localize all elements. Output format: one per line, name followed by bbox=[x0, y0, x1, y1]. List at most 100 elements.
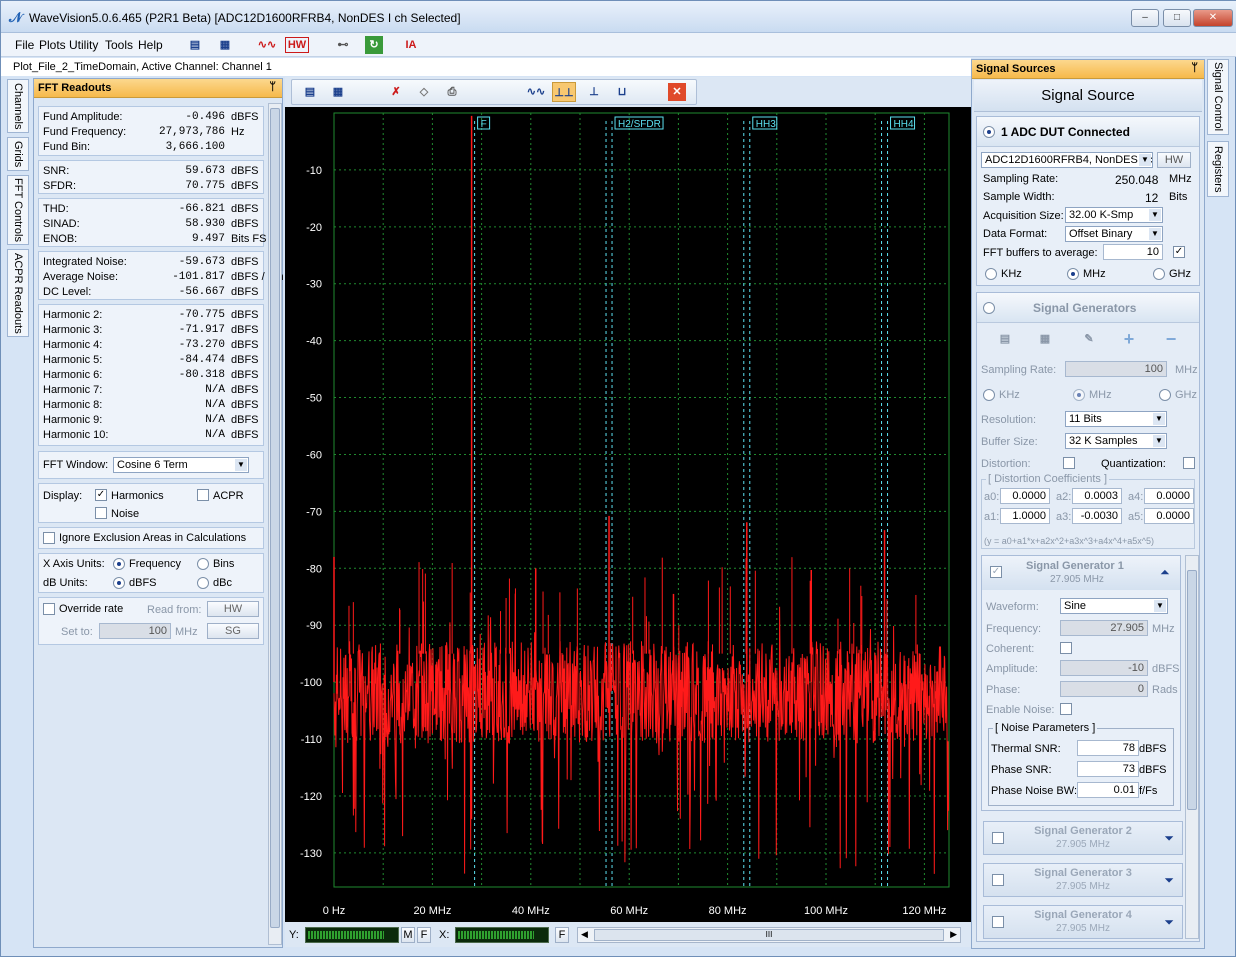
scroll-left-icon[interactable]: ◀ bbox=[581, 929, 588, 940]
save-icon[interactable]: ▤ bbox=[183, 35, 207, 55]
scroll-right-icon[interactable]: ▶ bbox=[950, 929, 957, 940]
close-plot-icon[interactable]: ✕ bbox=[668, 83, 686, 101]
noise-checkbox[interactable] bbox=[95, 507, 107, 519]
tab-acpr-readouts[interactable]: ACPR Readouts bbox=[7, 249, 29, 337]
gen-ghz-radio[interactable] bbox=[1159, 389, 1171, 401]
hw-icon[interactable]: HW bbox=[285, 37, 309, 53]
menu-help[interactable]: Help bbox=[138, 38, 163, 52]
tab-signal-control[interactable]: Signal Control bbox=[1207, 59, 1229, 135]
frequency-input[interactable]: 27.905 bbox=[1060, 620, 1148, 636]
fft-window-select[interactable]: Cosine 6 Term ▼ bbox=[113, 457, 249, 473]
waveform-select[interactable]: Sine ▼ bbox=[1060, 598, 1168, 614]
signal-generators-radio[interactable] bbox=[983, 302, 995, 314]
amplitude-input[interactable]: -10 bbox=[1060, 660, 1148, 676]
acpr-checkbox[interactable] bbox=[197, 489, 209, 501]
signal-generator-4[interactable]: Signal Generator 4 27.905 MHz ⏷ bbox=[983, 905, 1183, 939]
menu-utility[interactable]: Utility bbox=[69, 38, 98, 52]
pin-icon[interactable]: ᛘ bbox=[269, 81, 276, 93]
scrollbar-thumb-grip[interactable]: III bbox=[594, 929, 944, 941]
db-units-dbc-radio[interactable] bbox=[197, 577, 209, 589]
expand-down-icon[interactable]: ⏷ bbox=[1164, 915, 1174, 930]
gen-sampling-rate-input[interactable]: 100 bbox=[1065, 361, 1167, 377]
eraser-icon[interactable]: ◇ bbox=[412, 82, 436, 102]
gen-edit-icon[interactable]: ✎ bbox=[1077, 329, 1101, 349]
save-plot-icon[interactable]: ▤ bbox=[298, 82, 322, 102]
fft-average-input[interactable]: 10 bbox=[1103, 244, 1163, 260]
coherent-checkbox[interactable] bbox=[1060, 642, 1072, 654]
tab-registers[interactable]: Registers bbox=[1207, 141, 1229, 197]
acquisition-size-select[interactable]: 32.00 K-Smp ▼ bbox=[1065, 207, 1163, 223]
gen-khz-radio[interactable] bbox=[983, 389, 995, 401]
scrollbar-thumb[interactable] bbox=[270, 108, 280, 928]
phase-input[interactable]: 0 bbox=[1060, 681, 1148, 697]
adc-connected-radio[interactable] bbox=[983, 126, 995, 138]
minimize-button[interactable]: – bbox=[1131, 9, 1159, 27]
gen-load-icon[interactable]: ▦ bbox=[1033, 329, 1057, 349]
horizontal-scrollbar[interactable]: ◀ III ▶ bbox=[577, 927, 961, 943]
capture-icon[interactable]: ∿∿ bbox=[255, 35, 279, 55]
time-domain-icon[interactable]: ∿∿ bbox=[524, 82, 548, 102]
fft-panel-scrollbar[interactable] bbox=[268, 103, 282, 945]
hw-button[interactable]: HW bbox=[1157, 152, 1191, 168]
set-sg-button[interactable]: SG bbox=[207, 623, 259, 639]
menu-tools[interactable]: Tools bbox=[105, 38, 133, 52]
menu-file[interactable]: File bbox=[15, 38, 34, 52]
khz-radio[interactable] bbox=[985, 268, 997, 280]
gen-add-icon[interactable]: + bbox=[1117, 329, 1141, 349]
data-format-select[interactable]: Offset Binary ▼ bbox=[1065, 226, 1163, 242]
override-rate-checkbox[interactable] bbox=[43, 603, 55, 615]
tab-fft-controls[interactable]: FFT Controls bbox=[7, 175, 29, 245]
phase-noise-bw-input[interactable]: 0.01 bbox=[1077, 782, 1139, 798]
coefficient-input[interactable]: 0.0000 bbox=[1000, 488, 1050, 504]
read-hw-button[interactable]: HW bbox=[207, 601, 259, 617]
x-units-bins-radio[interactable] bbox=[197, 558, 209, 570]
enable-noise-checkbox[interactable] bbox=[1060, 703, 1072, 715]
tab-channels[interactable]: Channels bbox=[7, 79, 29, 133]
device-select[interactable]: ADC12D1600RFRB4, NonDES I ch ▼ bbox=[981, 152, 1153, 168]
zoom-reset-icon[interactable]: ✗ bbox=[384, 82, 408, 102]
waveform-icon[interactable]: ⊷ bbox=[331, 35, 355, 55]
harmonics-checkbox[interactable]: ✓ bbox=[95, 489, 107, 501]
maximize-button[interactable]: □ bbox=[1163, 9, 1191, 27]
distortion-checkbox[interactable] bbox=[1063, 457, 1075, 469]
menu-plots[interactable]: Plots bbox=[39, 38, 66, 52]
coefficient-input[interactable]: 0.0000 bbox=[1144, 488, 1194, 504]
export-plot-icon[interactable]: ▦ bbox=[326, 82, 350, 102]
db-units-dbfs-radio[interactable] bbox=[113, 577, 125, 589]
refresh-icon[interactable]: ↻ bbox=[365, 36, 383, 54]
phase-snr-input[interactable]: 73 bbox=[1077, 761, 1139, 777]
y-m-button[interactable]: M bbox=[401, 927, 415, 943]
x-units-frequency-radio[interactable] bbox=[113, 558, 125, 570]
x-f-button[interactable]: F bbox=[555, 927, 569, 943]
analysis-icon[interactable]: IA bbox=[399, 35, 423, 55]
ghz-radio[interactable] bbox=[1153, 268, 1165, 280]
print-icon[interactable]: ⎙ bbox=[440, 82, 464, 102]
histogram-icon[interactable]: ⊥ bbox=[582, 82, 606, 102]
gen1-checkbox[interactable]: ✓ bbox=[990, 566, 1002, 578]
thermal-snr-input[interactable]: 78 bbox=[1077, 740, 1139, 756]
expand-down-icon[interactable]: ⏷ bbox=[1164, 873, 1174, 888]
set-rate-input[interactable]: 100 bbox=[99, 623, 171, 639]
open-file-icon[interactable]: ▦ bbox=[213, 35, 237, 55]
gen-mhz-radio[interactable] bbox=[1073, 389, 1085, 401]
collapse-up-icon[interactable]: ⏶ bbox=[1160, 565, 1170, 580]
quantization-checkbox[interactable] bbox=[1183, 457, 1195, 469]
pin-icon[interactable]: ᛘ bbox=[1191, 62, 1198, 74]
fft-plot[interactable]: -10 -20 -30 -40 -50 -60 -70 -80 -90 -100 -110 -120 -… bbox=[285, 107, 971, 922]
mhz-radio[interactable] bbox=[1067, 268, 1079, 280]
signal-generator-3[interactable]: Signal Generator 3 27.905 MHz ⏷ bbox=[983, 863, 1183, 897]
gen-save-icon[interactable]: ▤ bbox=[993, 329, 1017, 349]
close-button[interactable]: ✕ bbox=[1193, 9, 1233, 27]
coefficient-input[interactable]: 0.0003 bbox=[1072, 488, 1122, 504]
coefficient-input[interactable]: -0.0030 bbox=[1072, 508, 1122, 524]
bracket-icon[interactable]: ⊔ bbox=[610, 82, 634, 102]
tab-grids[interactable]: Grids bbox=[7, 137, 29, 171]
expand-down-icon[interactable]: ⏷ bbox=[1164, 831, 1174, 846]
generators-scrollbar[interactable] bbox=[1185, 555, 1199, 939]
fft-average-checkbox[interactable]: ✓ bbox=[1173, 246, 1185, 258]
resolution-select[interactable]: 11 Bits ▼ bbox=[1065, 411, 1167, 427]
coefficient-input[interactable]: 1.0000 bbox=[1000, 508, 1050, 524]
coefficient-input[interactable]: 0.0000 bbox=[1144, 508, 1194, 524]
signal-generator-2[interactable]: Signal Generator 2 27.905 MHz ⏷ bbox=[983, 821, 1183, 855]
generators-scrollbar-thumb[interactable] bbox=[1187, 570, 1197, 810]
